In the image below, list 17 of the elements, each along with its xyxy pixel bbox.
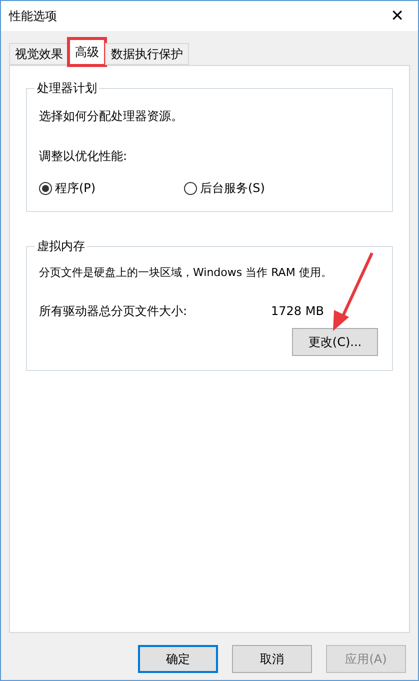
group-title: 虚拟内存	[35, 238, 87, 254]
dialog-button[interactable]: 取消	[232, 645, 312, 673]
radio-option[interactable]: 后台服务(S)	[184, 179, 329, 197]
tab[interactable]: 视觉效果	[9, 43, 69, 65]
tab[interactable]: 数据执行保护	[105, 43, 189, 65]
dialog-button[interactable]: 确定	[138, 645, 218, 673]
change-button[interactable]: 更改(C)...	[292, 328, 378, 356]
radio-option[interactable]: 程序(P)	[39, 179, 184, 197]
tab[interactable]: 高级	[69, 39, 105, 65]
window-title: 性能选项	[9, 8, 57, 25]
group-title: 处理器计划	[35, 80, 99, 96]
prompt-text: 调整以优化性能:	[39, 148, 128, 165]
size-label: 所有驱动器总分页文件大小:	[39, 302, 188, 320]
size-value: 1728 MB	[271, 302, 324, 320]
description-text: 选择如何分配处理器资源。	[39, 108, 184, 125]
close-button[interactable]: ✕	[384, 4, 410, 28]
description-text: 分页文件是硬盘上的一块区域，Windows 当作 RAM 使用。	[39, 265, 333, 281]
